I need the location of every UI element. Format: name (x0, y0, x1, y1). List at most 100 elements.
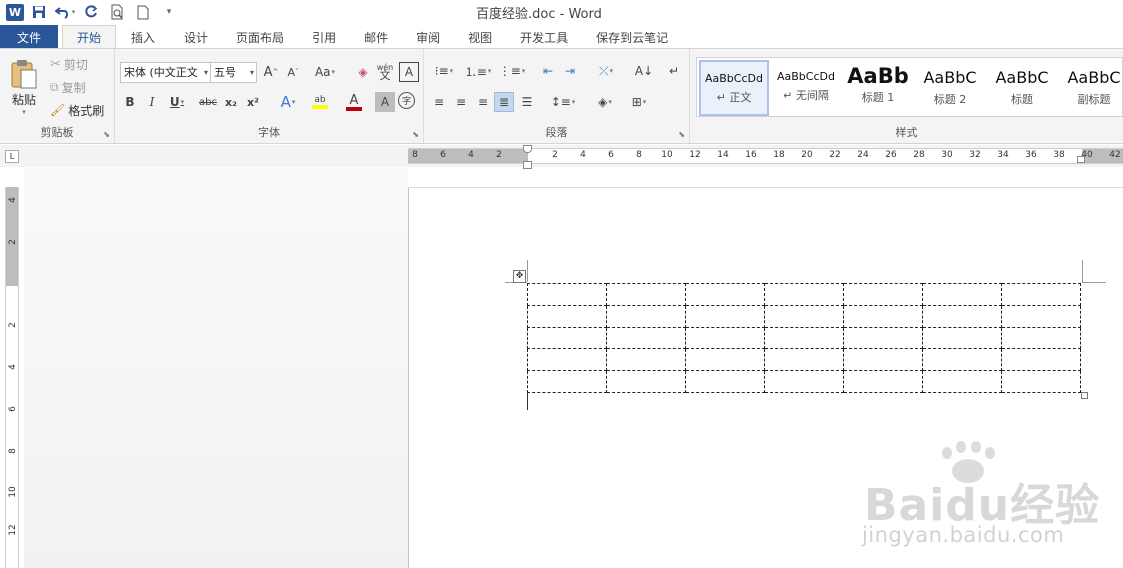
table-cell[interactable] (527, 348, 607, 372)
table-cell[interactable] (922, 304, 1002, 328)
underline-icon[interactable]: U ▾ (164, 92, 190, 112)
table-cell[interactable] (764, 304, 844, 328)
table-cell[interactable] (922, 283, 1002, 306)
table-cell[interactable] (1001, 370, 1081, 393)
shrink-font-icon[interactable]: Aˇ (283, 62, 303, 82)
table-cell[interactable] (843, 326, 923, 350)
clear-formatting-icon[interactable]: ◈ (353, 62, 373, 82)
increase-indent-icon[interactable]: ⇥ (560, 61, 580, 81)
tab-selector-button[interactable]: L (5, 150, 19, 163)
left-indent-marker[interactable] (523, 161, 532, 169)
clipboard-dialog-launcher-icon[interactable]: ⬊ (103, 130, 110, 139)
bullets-icon[interactable]: ⁝≡ ▾ (429, 61, 459, 81)
style-normal[interactable]: AaBbCcDd ↵ 正文 (699, 60, 769, 116)
tab-page-layout[interactable]: 页面布局 (222, 25, 298, 49)
table-cell[interactable] (1001, 283, 1081, 306)
line-spacing-icon[interactable]: ↕≡ ▾ (548, 92, 578, 112)
table-cell[interactable] (527, 326, 607, 350)
table-cell[interactable] (764, 370, 844, 393)
table-cell[interactable] (922, 370, 1002, 393)
show-hide-marks-icon[interactable]: ↵ (664, 61, 684, 81)
table-cell[interactable] (685, 283, 765, 306)
table-resize-handle-icon[interactable] (1081, 392, 1088, 399)
table-cell[interactable] (685, 370, 765, 393)
table-cell[interactable] (527, 304, 607, 328)
table-cell[interactable] (764, 326, 844, 350)
tab-save-to-cloud-note[interactable]: 保存到云笔记 (582, 25, 682, 49)
style-title[interactable]: AaBbC 标题 (987, 60, 1057, 116)
font-size-combo[interactable]: 五号 ▾ (210, 62, 257, 83)
tab-mailings[interactable]: 邮件 (350, 25, 402, 49)
phonetic-guide-icon[interactable]: wén 文 (375, 62, 395, 82)
table-cell[interactable] (527, 370, 607, 393)
font-color-icon[interactable]: A (341, 92, 367, 112)
table-cell[interactable] (606, 283, 686, 306)
character-border-icon[interactable]: A (399, 62, 419, 82)
table-cell[interactable] (685, 326, 765, 350)
table-cell[interactable] (606, 348, 686, 372)
table-cell[interactable] (1001, 304, 1081, 328)
table-cell[interactable] (843, 370, 923, 393)
vertical-ruler[interactable]: 4 2 2 4 6 8 10 12 (5, 187, 19, 568)
table-cell[interactable] (1001, 326, 1081, 350)
highlight-color-icon[interactable]: ab (307, 92, 333, 112)
tab-design[interactable]: 设计 (170, 25, 222, 49)
table-cell[interactable] (1001, 348, 1081, 372)
decrease-indent-icon[interactable]: ⇤ (538, 61, 558, 81)
tab-insert[interactable]: 插入 (116, 25, 170, 49)
table-cell[interactable] (606, 326, 686, 350)
font-name-combo[interactable]: 宋体 (中文正文 ▾ (120, 62, 211, 83)
distributed-icon[interactable]: ☰ (517, 92, 537, 112)
chinese-layout-icon[interactable]: ⤫ ▾ (591, 61, 621, 81)
table-cell[interactable] (685, 348, 765, 372)
bold-icon[interactable]: B (120, 92, 140, 112)
cut-button[interactable]: ✂ 剪切 (50, 54, 88, 74)
style-subtitle[interactable]: AaBbC 副标题 (1059, 60, 1123, 116)
table-cell[interactable] (685, 304, 765, 328)
style-no-spacing[interactable]: AaBbCcDd ↵ 无间隔 (771, 60, 841, 116)
table-cell[interactable] (764, 348, 844, 372)
character-shading-icon[interactable]: A (375, 92, 395, 112)
align-right-icon[interactable]: ≡ (473, 92, 493, 112)
strikethrough-icon[interactable]: abc (198, 92, 218, 112)
table-cell[interactable] (843, 283, 923, 306)
change-case-icon[interactable]: Aa ▾ (311, 62, 339, 82)
font-dialog-launcher-icon[interactable]: ⬊ (412, 130, 419, 139)
paste-button[interactable]: 粘贴 ▾ (6, 55, 42, 119)
sort-icon[interactable]: A↓ (634, 61, 654, 81)
superscript-icon[interactable]: x² (243, 92, 263, 112)
align-center-icon[interactable]: ≡ (451, 92, 471, 112)
font-name-dropdown-icon[interactable]: ▾ (204, 63, 208, 82)
align-left-icon[interactable]: ≡ (429, 92, 449, 112)
format-painter-button[interactable]: 🖌 格式刷 (50, 100, 104, 120)
style-heading-1[interactable]: AaBb 标题 1 (843, 60, 913, 116)
italic-icon[interactable]: I (142, 92, 162, 112)
tab-references[interactable]: 引用 (298, 25, 350, 49)
enclose-characters-icon[interactable]: 字 (398, 92, 415, 109)
style-heading-2[interactable]: AaBbC 标题 2 (915, 60, 985, 116)
document-table[interactable] (527, 283, 1081, 393)
table-cell[interactable] (764, 283, 844, 306)
paragraph-shading-icon[interactable]: ◈ ▾ (590, 92, 620, 112)
tab-view[interactable]: 视图 (454, 25, 506, 49)
table-move-handle-icon[interactable]: ✥ (513, 270, 526, 283)
subscript-icon[interactable]: x₂ (221, 92, 241, 112)
multilevel-list-icon[interactable]: ⋮≡ ▾ (497, 61, 527, 81)
paste-dropdown-icon[interactable]: ▾ (22, 108, 26, 116)
copy-button[interactable]: ⧉ 复制 (50, 77, 86, 97)
text-effects-icon[interactable]: A ▾ (275, 92, 301, 112)
numbering-icon[interactable]: ⒈≡ ▾ (463, 61, 493, 81)
tab-review[interactable]: 审阅 (402, 25, 454, 49)
tab-developer[interactable]: 开发工具 (506, 25, 582, 49)
table-cell[interactable] (843, 304, 923, 328)
table-cell[interactable] (606, 304, 686, 328)
font-size-dropdown-icon[interactable]: ▾ (250, 63, 254, 82)
table-cell[interactable] (606, 370, 686, 393)
table-cell[interactable] (922, 326, 1002, 350)
paragraph-dialog-launcher-icon[interactable]: ⬊ (678, 130, 685, 139)
borders-icon[interactable]: ⊞ ▾ (624, 92, 654, 112)
tab-file[interactable]: 文件 (0, 25, 58, 49)
right-indent-marker[interactable] (1077, 156, 1085, 163)
tab-home[interactable]: 开始 (62, 25, 117, 49)
first-line-indent-marker[interactable] (523, 145, 532, 153)
